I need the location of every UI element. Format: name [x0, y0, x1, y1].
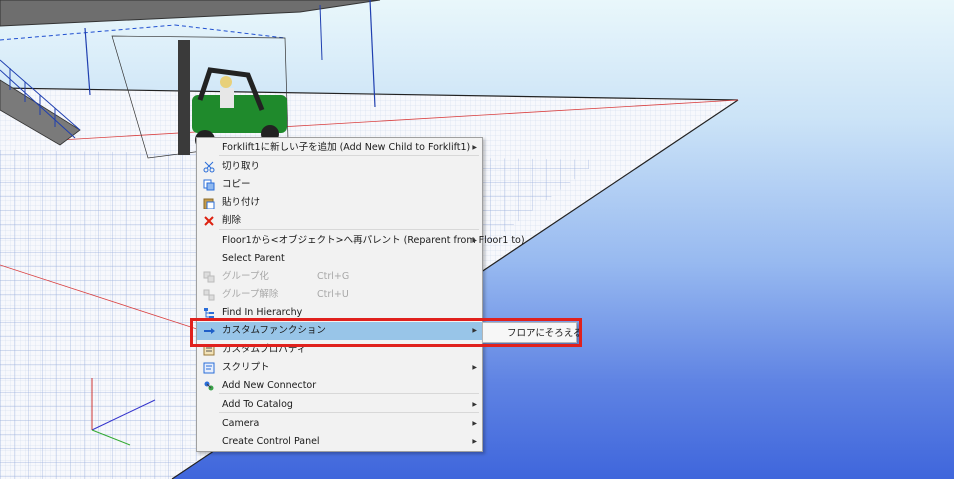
submenu-arrow-icon: ▶	[472, 364, 477, 371]
menu-item-16[interactable]: Create Control Panel ▶	[197, 433, 482, 451]
menu-item-label: グループ化	[222, 271, 269, 282]
group-icon	[203, 271, 215, 283]
context-menu: Forklift1に新しい子を追加 (Add New Child to Fork…	[196, 137, 525, 452]
custom-function-submenu: フロアにそろえる	[482, 322, 583, 343]
scissors-icon	[203, 161, 215, 173]
submenu-arrow-icon: ▶	[472, 420, 477, 427]
menu-item-label: 貼り付け	[222, 197, 261, 208]
copy-icon	[203, 179, 215, 191]
submenu-arrow-icon: ▶	[472, 327, 477, 334]
menu-item-label: Camera	[222, 418, 260, 429]
ungroup-icon	[203, 289, 215, 301]
menu-item-label: Select Parent	[222, 253, 285, 264]
menu-item-12[interactable]: スクリプト ▶	[197, 359, 482, 377]
menu-item-11[interactable]: カスタムプロパティ	[197, 341, 482, 359]
menu-item-label: Floor1から<オブジェクト>へ再パレント (Reparent from Fl…	[222, 235, 525, 246]
menu-item-label: 削除	[222, 215, 242, 226]
menu-item-5[interactable]: Floor1から<オブジェクト>へ再パレント (Reparent from Fl…	[197, 232, 525, 250]
menu-item-shortcut: Ctrl+G	[317, 271, 350, 282]
hierarchy-icon	[203, 307, 215, 319]
menu-item-8: グループ解除 Ctrl+U	[197, 286, 482, 304]
3d-viewport[interactable]: Forklift1に新しい子を追加 (Add New Child to Fork…	[0, 0, 954, 479]
menu-item-shortcut: Ctrl+U	[317, 289, 349, 300]
menu-item-10[interactable]: カスタムファンクション ▶	[197, 322, 482, 340]
properties-icon	[203, 344, 215, 356]
menu-item-label: カスタムファンクション	[222, 325, 326, 336]
menu-item-9[interactable]: Find In Hierarchy	[197, 304, 482, 322]
menu-item-label: Find In Hierarchy	[222, 307, 303, 318]
delete-x-icon	[203, 215, 215, 227]
mezzanine-platform	[0, 0, 381, 27]
menu-item-4[interactable]: 削除	[197, 212, 482, 230]
arrow-right-icon	[203, 325, 215, 337]
submenu-arrow-icon: ▶	[472, 237, 477, 244]
menu-separator	[219, 155, 479, 156]
script-icon	[203, 362, 215, 374]
menu-item-label: スクリプト	[222, 362, 270, 373]
menu-item-label: Create Control Panel	[222, 436, 320, 447]
menu-separator	[219, 393, 479, 394]
menu-item-1[interactable]: 切り取り	[197, 158, 482, 176]
menu-item-3[interactable]: 貼り付け	[197, 194, 482, 212]
paste-icon	[203, 197, 215, 210]
menu-separator	[219, 229, 479, 230]
connector-icon	[203, 380, 215, 392]
submenu-item-align-to-floor[interactable]: フロアにそろえる	[507, 325, 583, 339]
menu-separator	[219, 412, 479, 413]
submenu-arrow-icon: ▶	[472, 438, 477, 445]
menu-item-label: コピー	[222, 179, 251, 190]
menu-item-label: 切り取り	[222, 161, 261, 172]
menu-item-label: カスタムプロパティ	[222, 344, 307, 355]
menu-item-6[interactable]: Select Parent	[197, 250, 482, 268]
menu-item-15[interactable]: Camera ▶	[197, 415, 482, 433]
menu-item-2[interactable]: コピー	[197, 176, 482, 194]
menu-item-label: グループ解除	[222, 289, 279, 300]
menu-item-7: グループ化 Ctrl+G	[197, 268, 482, 286]
